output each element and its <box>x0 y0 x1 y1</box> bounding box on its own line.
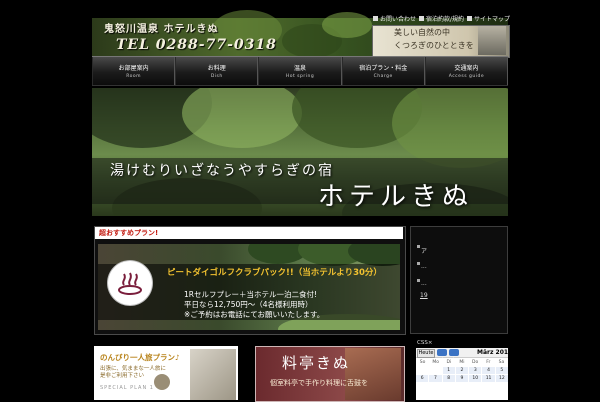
leaf-decoration <box>322 12 372 38</box>
nav-room[interactable]: お部屋案内 Room <box>92 57 176 85</box>
calendar-day <box>416 367 429 374</box>
ryotei-title: 料亭きぬ <box>282 354 351 372</box>
weekday: Sa <box>498 360 505 365</box>
calendar-day <box>429 367 442 374</box>
square-bullet-icon <box>467 16 473 21</box>
bullet-icon <box>417 262 420 265</box>
calendar-day[interactable]: 9 <box>455 375 469 382</box>
calendar-day[interactable]: 11 <box>482 375 495 382</box>
next-month-button[interactable] <box>449 349 459 364</box>
calendar-day[interactable]: 2 <box>455 367 469 374</box>
weekday: So <box>419 360 426 365</box>
calendar-day[interactable]: 12 <box>495 375 508 382</box>
nav-hot-spring[interactable]: 温泉 Hot spring <box>258 57 342 85</box>
slogan-line-2: くつろぎのひとときを <box>394 41 474 50</box>
sitemap-link[interactable]: サイトマップ <box>467 14 510 23</box>
sidebar-link[interactable]: ... <box>421 263 427 270</box>
calendar-day[interactable]: 4 <box>482 367 495 374</box>
phone-number: TEL 0288-77-0318 <box>116 37 277 53</box>
calendar-day[interactable]: 5 <box>495 367 508 374</box>
calendar-day[interactable]: 8 <box>442 375 455 382</box>
terms-link[interactable]: 宿泊約款/規約 <box>419 14 464 23</box>
square-bullet-icon <box>373 16 378 21</box>
hotel-name-line: 鬼怒川温泉 ホテルきぬ <box>104 24 219 35</box>
weekday: Do <box>472 360 479 365</box>
slogan-line-1: 美しい自然の中 <box>394 28 450 37</box>
nav-access-guide[interactable]: 交通案内 Access guide <box>424 57 509 85</box>
calendar-day[interactable]: 10 <box>469 375 482 382</box>
square-bullet-icon <box>419 16 425 21</box>
solo-plan-desc-2: 是非ご利用下さい <box>100 373 145 379</box>
weekday: Di <box>446 360 452 365</box>
today-button[interactable]: Heute <box>417 349 435 358</box>
calendar-day[interactable]: 6 <box>416 375 429 382</box>
weekday: Fr <box>486 360 491 365</box>
decorative-circle <box>154 374 170 390</box>
calendar-month: März 2016 <box>477 349 513 356</box>
calendar-day[interactable]: 1 <box>442 367 455 374</box>
solo-plan-title: のんびり一人旅プラン♪ <box>100 353 180 362</box>
sidebar-link[interactable]: ア <box>421 246 427 255</box>
calendar-title: CSS× <box>417 340 433 346</box>
sidebar-number-link[interactable]: 19 <box>420 292 428 299</box>
nav-charge[interactable]: 宿泊プラン・料金 Charge <box>341 57 425 85</box>
prev-month-button[interactable] <box>437 349 447 364</box>
contact-link[interactable]: お問い合わせ <box>373 14 416 23</box>
golf-plan-title: ピートダイゴルフクラブパック!!（当ホテルより30分） <box>167 268 382 278</box>
calendar-day[interactable]: 3 <box>469 367 482 374</box>
bullet-icon <box>417 245 420 248</box>
main-nav: お部屋案内 Room お料理 Dish 温泉 Hot spring 宿泊プラン・… <box>92 56 509 86</box>
weekday: Mi <box>459 360 465 365</box>
solo-plan-photo <box>190 349 236 400</box>
calendar-weekdays: So Mo Di Mi Do Fr Sa <box>416 360 508 365</box>
ryotei-desc: 個室料亭で手作り料理に舌鼓を <box>270 379 368 387</box>
ryotei-photo <box>345 348 401 400</box>
hero-hotel-name: ホテルきぬ <box>318 182 474 212</box>
calendar-day[interactable]: 7 <box>429 375 442 382</box>
golf-plan-line-3: ※ご予約はお電話にてお願いいたします。 <box>184 310 325 319</box>
bullet-icon <box>417 279 420 282</box>
nav-dish[interactable]: お料理 Dish <box>175 57 259 85</box>
special-plan-label: SPECIAL PLAN 1 <box>100 385 154 391</box>
weekday: Mo <box>432 360 440 365</box>
hot-spring-icon <box>108 261 152 305</box>
sidebar-link[interactable]: ... <box>421 280 427 287</box>
utility-links: お問い合わせ 宿泊約款/規約 サイトマップ <box>373 14 510 23</box>
building-photo <box>478 26 506 55</box>
recommend-heading: 超おすすめプラン! <box>99 229 159 237</box>
hero-tagline: 湯けむりいざなうやすらぎの宿 <box>110 163 334 179</box>
calendar-grid: 1 2 3 4 5 6 7 8 9 10 11 12 <box>416 367 508 382</box>
